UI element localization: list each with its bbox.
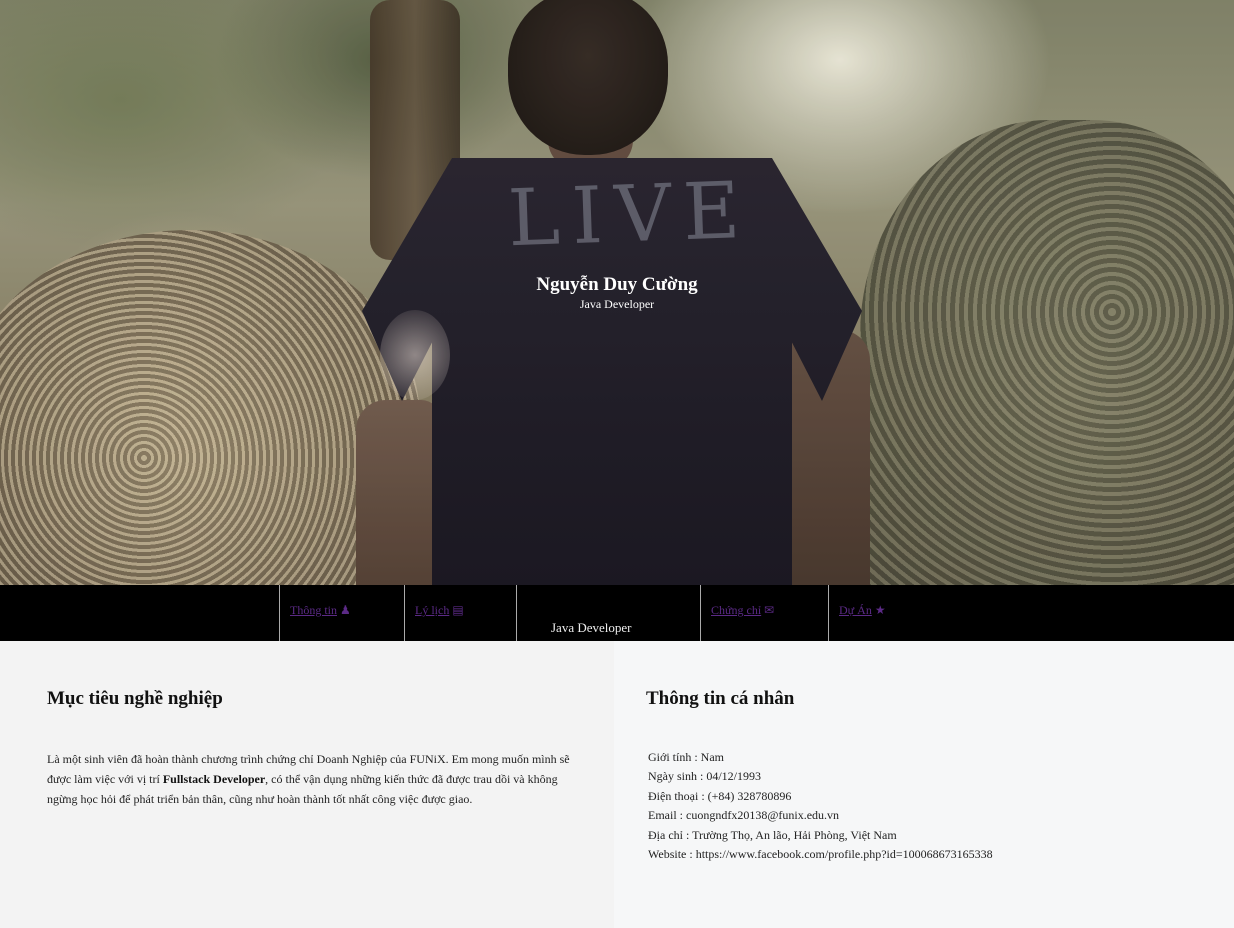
- file-icon: ▤: [452, 603, 464, 617]
- nav-bar: Thông tin ♟ Lý lịch ▤ Java Developer Chứng…: [0, 585, 1234, 641]
- nav-link-chung-chi[interactable]: Chứng chỉ ✉: [711, 603, 774, 618]
- nav-item-thong-tin: Thông tin ♟: [279, 585, 404, 641]
- hero-banner: LIVE Nguyễn Duy Cường Java Developer: [0, 0, 1234, 585]
- personal-info-list: Giới tính : Nam Ngày sinh : 04/12/1993 Đ…: [648, 748, 993, 864]
- nav-link-du-an[interactable]: Dự Án ★: [839, 603, 886, 618]
- info-phone: Điện thoại : (+84) 328780896: [648, 788, 792, 803]
- nav-label-thong-tin: Thông tin: [290, 603, 337, 617]
- nav-item-du-an: Dự Án ★: [828, 585, 1169, 641]
- info-website: Website : https://www.facebook.com/profi…: [648, 847, 993, 862]
- career-text: Là một sinh viên đã hoàn thành chương tr…: [47, 749, 587, 809]
- star-icon: ★: [874, 603, 886, 617]
- nav-label-chung-chi: Chứng chỉ: [711, 603, 762, 617]
- personal-info-title: Thông tin cá nhân: [646, 688, 795, 709]
- nav-center-label: Java Developer: [551, 620, 632, 635]
- nav-item-ly-lich: Lý lịch ▤: [404, 585, 516, 641]
- info-birthday: Ngày sinh : 04/12/1993: [648, 769, 761, 784]
- nav-link-ly-lich[interactable]: Lý lịch ▤: [415, 603, 464, 618]
- career-section: Mục tiêu nghề nghiệp Là một sinh viên đã…: [0, 641, 614, 928]
- hero-name: Nguyễn Duy Cường: [536, 274, 698, 295]
- nav-item-chung-chi: Chứng chỉ ✉: [700, 585, 828, 641]
- nav-label-ly-lich: Lý lịch: [415, 603, 450, 617]
- info-email: Email : cuongndfx20138@funix.edu.vn: [648, 808, 840, 823]
- career-title: Mục tiêu nghề nghiệp: [47, 688, 223, 709]
- career-text-bold: Fullstack Developer: [162, 772, 266, 786]
- envelope-icon: ✉: [764, 603, 775, 617]
- nav-label-du-an: Dự Án: [839, 603, 872, 617]
- user-icon: ♟: [340, 603, 351, 617]
- hero-role: Java Developer: [579, 297, 655, 311]
- info-address: Địa chỉ : Trường Thọ, An lão, Hải Phòng,…: [648, 827, 897, 842]
- info-gender: Giới tính : Nam: [648, 750, 725, 764]
- hero-text: Nguyễn Duy Cường Java Developer: [0, 273, 1234, 311]
- personal-info-section: Thông tin cá nhân Giới tính : Nam Ngày s…: [614, 641, 1234, 928]
- nav-link-thong-tin[interactable]: Thông tin ♟: [290, 603, 351, 618]
- nav-center-brand: Java Developer: [516, 585, 701, 641]
